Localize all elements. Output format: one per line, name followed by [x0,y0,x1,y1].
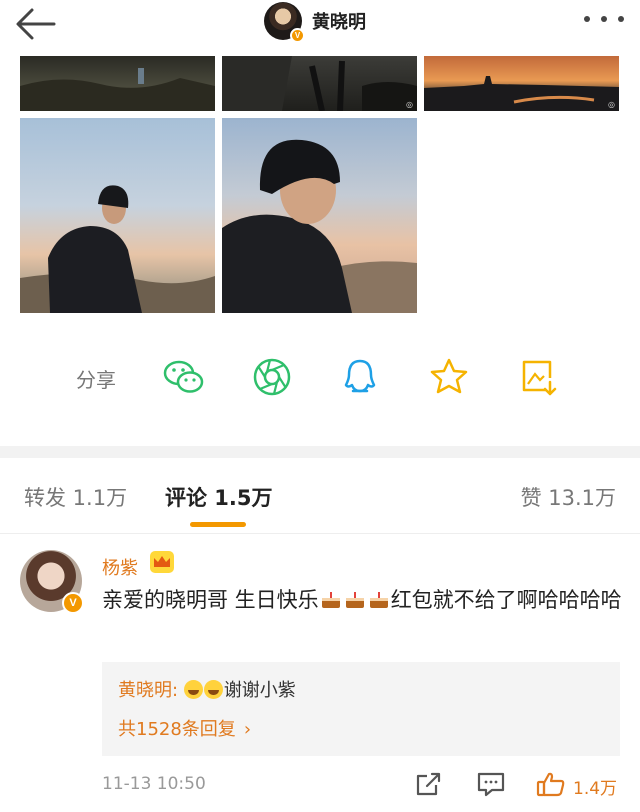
qq-icon[interactable] [338,356,382,398]
watermark-icon: ◎ [406,100,413,109]
top-bar: V 黄晓明 [0,0,640,48]
author-header[interactable]: V 黄晓明 [264,1,366,43]
comment-timestamp: 11-13 10:50 [102,774,206,794]
post-photo[interactable]: ◎ [424,56,619,111]
share-label: 分享 [76,368,116,392]
verified-badge-icon: V [290,28,305,43]
weibo-post-page: V 黄晓明 ◎ ◎ 分享 转发 1.1万 评论 1.5万 赞 13.1万 V 杨… [0,0,640,812]
comment-icon[interactable] [476,770,506,798]
author-name[interactable]: 黄晓明 [312,8,366,34]
tab-comment[interactable]: 评论 1.5万 [165,482,273,512]
reply-line: 黄晓明: 谢谢小紫 [118,676,296,702]
tab-forward[interactable]: 转发 1.1万 [24,482,127,512]
view-replies-link[interactable]: 共1528条回复 › [118,715,251,741]
back-arrow-icon[interactable] [14,6,58,42]
chevron-right-icon: › [243,719,252,740]
comment-text-part: 亲爱的晓明哥 生日快乐 [102,588,319,612]
moments-icon[interactable] [250,356,294,398]
comment-item: V 杨紫 亲爱的晓明哥 生日快乐 红包就不给了啊哈哈哈哈 黄晓明: 谢谢小紫 共1… [0,540,640,812]
author-avatar[interactable]: V [264,2,305,43]
wechat-icon[interactable] [162,356,206,398]
active-tab-indicator [190,522,246,527]
post-photo[interactable] [20,118,215,313]
reply-author[interactable]: 黄晓明: [118,680,178,701]
reply-text: 谢谢小紫 [223,680,296,701]
vip-crown-icon [150,551,174,573]
like-count: 1.4万 [573,779,618,799]
laugh-cry-icon [203,680,223,699]
comment-text: 亲爱的晓明哥 生日快乐 红包就不给了啊哈哈哈哈 [102,584,622,617]
tab-like[interactable]: 赞 13.1万 [521,482,616,512]
reply-preview[interactable]: 黄晓明: 谢谢小紫 共1528条回复 › [102,662,620,756]
cake-icon [321,592,340,608]
post-photo[interactable] [20,56,215,111]
share-icon[interactable] [414,770,444,798]
reply-count-label: 共1528条回复 [118,719,236,740]
laugh-cry-icon [183,680,203,699]
favorite-star-icon[interactable] [427,356,471,398]
save-image-icon[interactable] [516,356,560,398]
comment-text-part: 红包就不给了啊哈哈哈哈 [390,588,622,612]
post-photo[interactable] [222,118,417,313]
watermark-icon: ◎ [608,100,615,109]
section-divider [0,446,640,458]
commenter-avatar[interactable]: V [20,550,84,614]
cake-icon [345,592,364,608]
more-options-icon[interactable] [584,16,624,26]
thumbs-up-icon[interactable] [536,770,566,798]
cake-icon [369,592,388,608]
interaction-tabs: 转发 1.1万 评论 1.5万 赞 13.1万 [0,458,640,534]
share-bar: 分享 [0,350,640,406]
verified-badge-icon: V [62,592,84,614]
post-photo[interactable]: ◎ [222,56,417,111]
commenter-name[interactable]: 杨紫 [102,554,138,580]
